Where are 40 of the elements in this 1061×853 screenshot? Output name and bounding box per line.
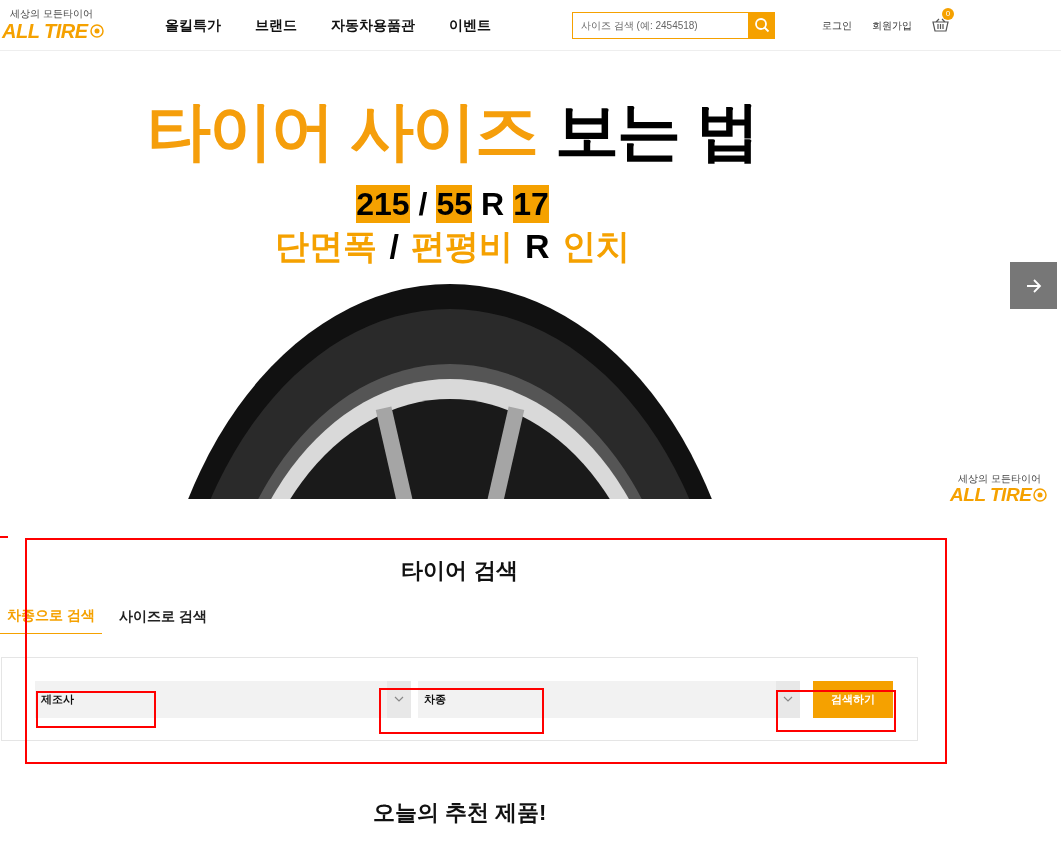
size-label: R: [524, 226, 550, 267]
size-label: 편평비: [410, 226, 513, 267]
chevron-down-icon: [783, 696, 793, 702]
size-code: R: [481, 185, 505, 223]
size-code: 215: [356, 185, 410, 223]
size-code: /: [418, 185, 428, 223]
size-label: /: [389, 226, 399, 267]
cart-count-badge: 0: [942, 8, 954, 20]
section-title: 오늘의 추천 제품!: [372, 799, 547, 827]
logo-text: ALL TIRE: [950, 485, 1032, 505]
wheel-icon: [89, 23, 104, 38]
logo-tagline: 세상의 모든타이어: [10, 8, 93, 19]
header-link[interactable]: 회원가입: [872, 17, 912, 33]
search-field[interactable]: 사이즈 검색 (예: 2454518): [572, 11, 749, 39]
logo-text: ALL TIRE: [2, 19, 88, 42]
search-tab[interactable]: 사이즈로 검색: [111, 605, 214, 634]
chevron-down-icon: [394, 696, 404, 702]
arrow-right-icon: [1025, 278, 1042, 293]
section-title: 타이어 검색: [401, 557, 518, 585]
size-code: 17: [513, 185, 549, 223]
size-code: 55: [436, 185, 473, 223]
header-link[interactable]: 로그인: [822, 17, 852, 33]
hero-title: 보는 법: [555, 94, 759, 169]
size-label: 인치: [561, 226, 630, 267]
search-icon: [754, 17, 770, 33]
nav-link[interactable]: 자동차용품관: [331, 14, 415, 36]
size-label: 단면폭: [275, 226, 378, 267]
annotation-mark: [0, 536, 8, 538]
next-slide-button[interactable]: [1010, 262, 1057, 309]
select-field[interactable]: 제조사: [35, 680, 411, 718]
nav-link[interactable]: 올킬특가: [165, 14, 221, 36]
nav-link[interactable]: 브랜드: [255, 14, 297, 36]
wheel-icon: [1033, 488, 1048, 502]
basket-icon: [932, 18, 949, 32]
nav-link[interactable]: 이벤트: [449, 14, 491, 36]
select-field[interactable]: 차종: [418, 680, 800, 718]
logo-tagline: 세상의 모든타이어: [958, 474, 1041, 484]
search-button[interactable]: [749, 11, 775, 39]
hero-title: 타이어 사이즈: [146, 94, 538, 169]
cart-button[interactable]: [932, 17, 950, 33]
